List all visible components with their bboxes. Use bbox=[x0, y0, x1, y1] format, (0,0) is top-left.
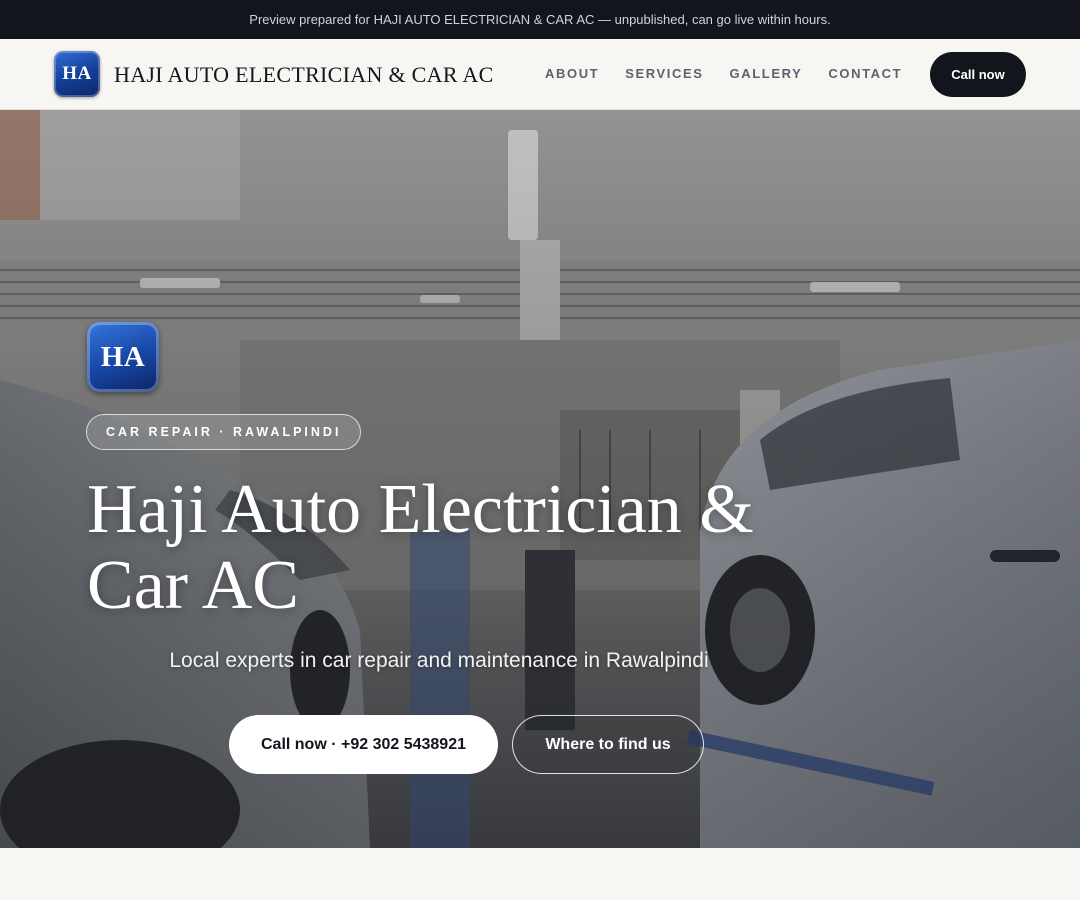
preview-banner-text: Preview prepared for HAJI AUTO ELECTRICI… bbox=[249, 12, 831, 27]
preview-banner: Preview prepared for HAJI AUTO ELECTRICI… bbox=[0, 0, 1080, 39]
hero-subtitle: Local experts in car repair and maintena… bbox=[169, 649, 709, 672]
hero-category-badge: CAR REPAIR · RAWALPINDI bbox=[86, 414, 362, 450]
main-nav: ABOUT SERVICES GALLERY CONTACT bbox=[545, 66, 928, 81]
nav-item-contact[interactable]: CONTACT bbox=[828, 66, 902, 81]
hero-logo: HA bbox=[87, 322, 159, 392]
brand-logo-initials: HA bbox=[62, 63, 92, 84]
nav-item-services[interactable]: SERVICES bbox=[625, 66, 703, 81]
call-now-button[interactable]: Call now · +92 302 5438921 bbox=[229, 715, 498, 774]
hero-title: Haji Auto Electrician & Car AC bbox=[87, 471, 754, 624]
brand-name[interactable]: HAJI AUTO ELECTRICIAN & CAR AC bbox=[114, 62, 494, 88]
site-header: HA HAJI AUTO ELECTRICIAN & CAR AC ABOUT … bbox=[0, 39, 1080, 110]
brand-logo[interactable]: HA bbox=[54, 51, 100, 97]
where-to-find-us-button[interactable]: Where to find us bbox=[512, 715, 704, 774]
hero-logo-initials: HA bbox=[100, 340, 146, 373]
hero-section: HA CAR REPAIR · RAWALPINDI Haji Auto Ele… bbox=[0, 110, 1080, 848]
nav-item-about[interactable]: ABOUT bbox=[545, 66, 599, 81]
header-call-button[interactable]: Call now bbox=[930, 52, 1026, 97]
nav-item-gallery[interactable]: GALLERY bbox=[730, 66, 803, 81]
